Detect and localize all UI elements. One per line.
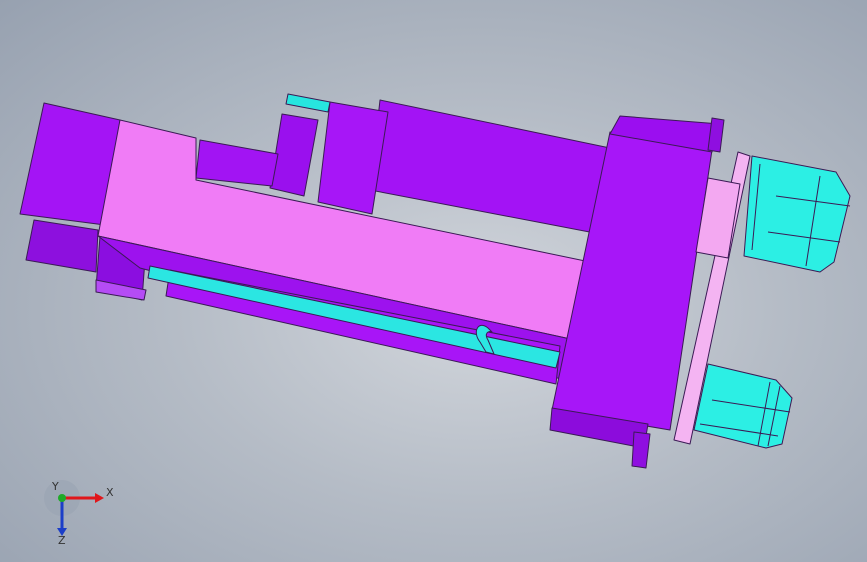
x-axis-arrow (95, 493, 104, 503)
left-end-block-bottom (25, 219, 99, 273)
flange-ear-bottom (631, 431, 651, 469)
y-axis-dot (58, 494, 66, 502)
upper-housing-top (369, 99, 611, 235)
z-axis-label: Z (58, 534, 66, 547)
upper-cyan-connector (743, 155, 851, 273)
y-axis-label: Y (51, 480, 59, 493)
cyan-top-rail (285, 93, 331, 113)
cad-model[interactable] (0, 0, 867, 562)
x-axis-label: X (106, 486, 114, 499)
cad-viewport[interactable]: X Z Y (0, 0, 867, 562)
main-body-step (195, 139, 279, 187)
coordinate-triad: X Z Y (44, 480, 114, 547)
upper-housing-front (317, 101, 389, 215)
lower-cyan-connector (693, 363, 793, 449)
